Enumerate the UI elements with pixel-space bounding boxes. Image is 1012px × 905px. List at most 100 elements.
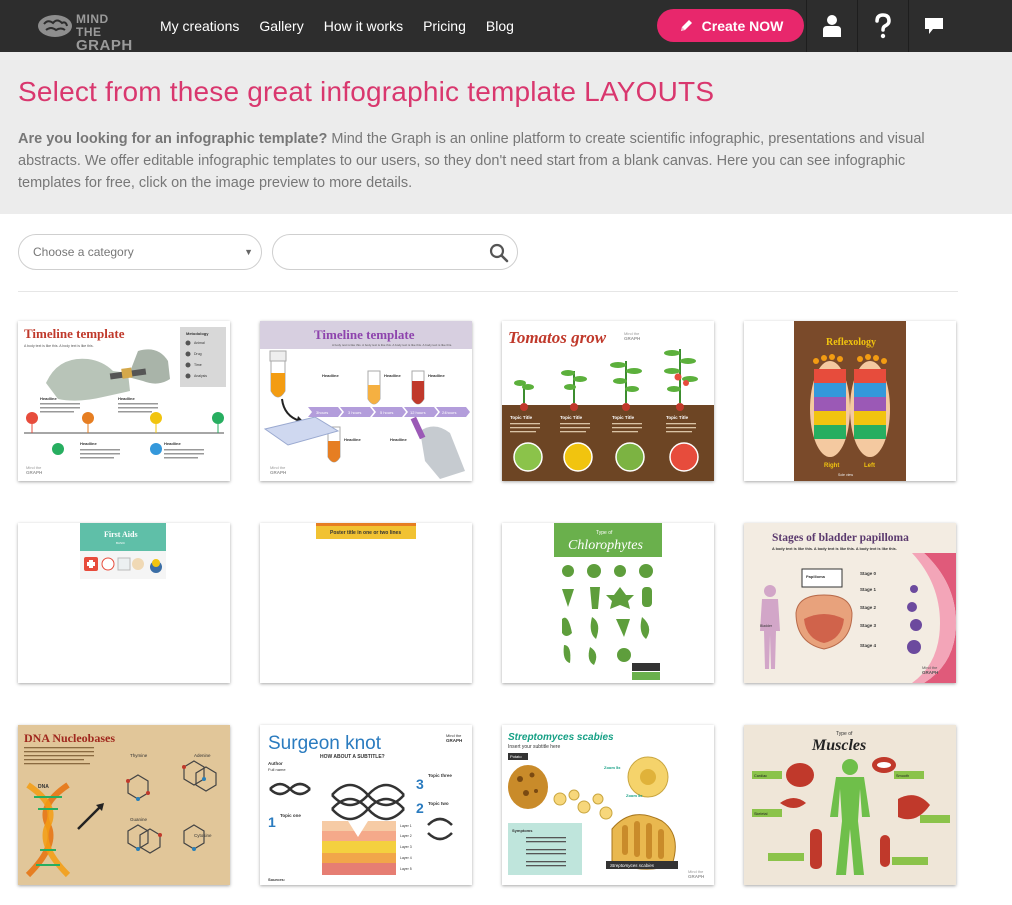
headline: Headline — [390, 437, 407, 442]
category-select-value: Choose a category — [33, 245, 134, 259]
zoom-label: Zoom 5x — [626, 793, 643, 798]
feedback-button[interactable] — [908, 0, 959, 52]
template-card-surgeon-knot[interactable]: Surgeon knot HOW ABOUT A SUBTITLE? Mind … — [260, 725, 472, 885]
page-description: Are you looking for an infographic templ… — [18, 128, 943, 194]
headline: Headline — [384, 373, 401, 378]
search-icon[interactable] — [489, 243, 509, 263]
preview-title: Surgeon knot — [268, 733, 382, 754]
template-card-bladder-papilloma[interactable]: Stages of bladder papilloma A body text … — [744, 523, 956, 683]
brand-text: GRAPH — [446, 738, 462, 743]
user-icon — [823, 15, 841, 37]
foot-label-right: Right — [824, 463, 839, 469]
template-card-timeline-2[interactable]: Timeline template A body text is like th… — [260, 321, 472, 481]
template-preview: Streptomyces scabies Insert your subtitl… — [502, 725, 714, 885]
template-card-timeline-1[interactable]: Timeline template A body text is like th… — [18, 321, 230, 481]
nav-how-it-works[interactable]: How it works — [324, 18, 403, 34]
nav-blog[interactable]: Blog — [486, 18, 514, 34]
molecule-label: Cytosine — [194, 833, 212, 838]
template-card-dna-nucleobases[interactable]: DNA Nucleobases DNA Thymine Adenine Guan… — [18, 725, 230, 885]
footnote: Sole view — [838, 473, 853, 477]
topic-label: Topic two — [428, 801, 449, 806]
template-card-chlorophytes[interactable]: Type of Chlorophytes — [502, 523, 714, 683]
template-card-streptomyces-scabies[interactable]: Streptomyces scabies Insert your subtitl… — [502, 725, 714, 885]
account-button[interactable] — [806, 0, 857, 52]
template-card-reflexology[interactable]: Reflexology Right Left Sole view — [744, 321, 956, 481]
potato-label: Potato — [510, 754, 522, 759]
dna-label: DNA — [38, 784, 49, 790]
chat-bubble-icon — [925, 18, 943, 34]
nav-gallery[interactable]: Gallery — [259, 18, 303, 34]
step-number: 2 — [416, 800, 424, 816]
nav-my-creations[interactable]: My creations — [160, 18, 239, 34]
stage-label: Stage 0 — [860, 571, 877, 576]
preview-title: Muscles — [811, 737, 866, 754]
template-preview: Surgeon knot HOW ABOUT A SUBTITLE? Mind … — [260, 725, 472, 885]
muscle-label: Smooth — [896, 774, 909, 778]
template-preview: DNA Nucleobases DNA Thymine Adenine Guan… — [18, 725, 230, 885]
brand-text: GRAPH — [688, 874, 704, 879]
preview-subtitle: A body text is like this. A body text is… — [24, 344, 94, 348]
side-item: Animal — [194, 341, 205, 345]
author-name: Full name — [268, 767, 286, 772]
logo-line-1: MIND THE — [76, 12, 109, 39]
brand-text: GRAPH — [270, 470, 286, 475]
stage-label: Stage 3 — [860, 623, 877, 628]
template-card-first-aids[interactable]: First Aids BASIC — [18, 523, 230, 683]
topic-title: Topic Title — [612, 415, 635, 420]
nav-pricing[interactable]: Pricing — [423, 18, 466, 34]
layer-label: Layer 3 — [400, 845, 412, 849]
preview-title: Stages of bladder papilloma — [772, 532, 909, 544]
preview-title: Poster title in one or two lines — [330, 530, 401, 536]
page-title: Select from these great infographic temp… — [18, 76, 715, 107]
symptoms-label: Symptoms — [512, 828, 533, 833]
brain-logo-icon — [38, 15, 72, 37]
preview-title: First Aids — [104, 530, 138, 539]
preview-title: Timeline template — [24, 326, 125, 341]
template-preview: Type of Muscles Cardiac Smooth Skeletal — [744, 725, 956, 885]
layer-label: Layer 2 — [400, 834, 412, 838]
template-card-muscles[interactable]: Type of Muscles Cardiac Smooth Skeletal — [744, 725, 956, 885]
organism-label: Streptomyces scabies — [610, 863, 655, 868]
headline: Headline — [322, 373, 339, 378]
topic-title: Topic Title — [560, 415, 583, 420]
category-select[interactable]: Choose a category ▼ — [18, 234, 262, 270]
create-now-label: Create NOW — [701, 17, 784, 34]
help-button[interactable] — [857, 0, 908, 52]
side-panel-title: Metodology — [186, 331, 209, 336]
template-preview: First Aids BASIC — [18, 523, 230, 683]
muscle-label: Skeletal — [754, 812, 768, 816]
search-box — [272, 234, 518, 270]
step-label: 12 hours — [410, 410, 426, 415]
create-now-button[interactable]: Create NOW — [657, 9, 804, 42]
top-navbar: MIND THE GRAPH My creations Gallery How … — [0, 0, 1012, 53]
template-card-poster-title[interactable]: Poster title in one or two lines — [260, 523, 472, 683]
topic-title: Topic Title — [666, 415, 689, 420]
side-item: Time — [194, 363, 202, 367]
nav-links: My creations Gallery How it works Pricin… — [160, 0, 514, 52]
pencil-icon — [680, 19, 692, 31]
preview-title: Reflexology — [826, 337, 876, 348]
mind-the-graph-logo[interactable]: MIND THE GRAPH — [36, 10, 136, 53]
headline: Headline — [80, 441, 97, 446]
search-input[interactable] — [287, 235, 487, 269]
template-preview: Stages of bladder papilloma A body text … — [744, 523, 956, 683]
template-preview: Tomatos grow Mind the GRAPH Topic Title … — [502, 321, 714, 481]
preview-subtitle: HOW ABOUT A SUBTITLE? — [320, 754, 385, 760]
callout-label: Papilloma — [806, 574, 826, 579]
topic-title: Topic Title — [510, 415, 533, 420]
molecule-label: Thymine — [130, 753, 148, 758]
molecule-label: Adenine — [194, 753, 211, 758]
step-number: 1 — [268, 814, 276, 830]
template-card-tomatos-grow[interactable]: Tomatos grow Mind the GRAPH Topic Title … — [502, 321, 714, 481]
layer-label: Layer 1 — [400, 824, 412, 828]
topic-label: Topic one — [280, 813, 301, 818]
side-item: Analysis — [194, 374, 207, 378]
step-label: 3hours — [316, 410, 328, 415]
preview-subtitle: A body text is like this. A body text is… — [332, 343, 452, 347]
preview-title: DNA Nucleobases — [24, 731, 115, 745]
preview-title: Tomatos grow — [508, 328, 607, 347]
template-preview: Timeline template A body text is like th… — [260, 321, 472, 481]
headline: Headline — [344, 437, 361, 442]
headline: Headline — [118, 396, 135, 401]
template-preview: Type of Chlorophytes — [502, 523, 714, 683]
